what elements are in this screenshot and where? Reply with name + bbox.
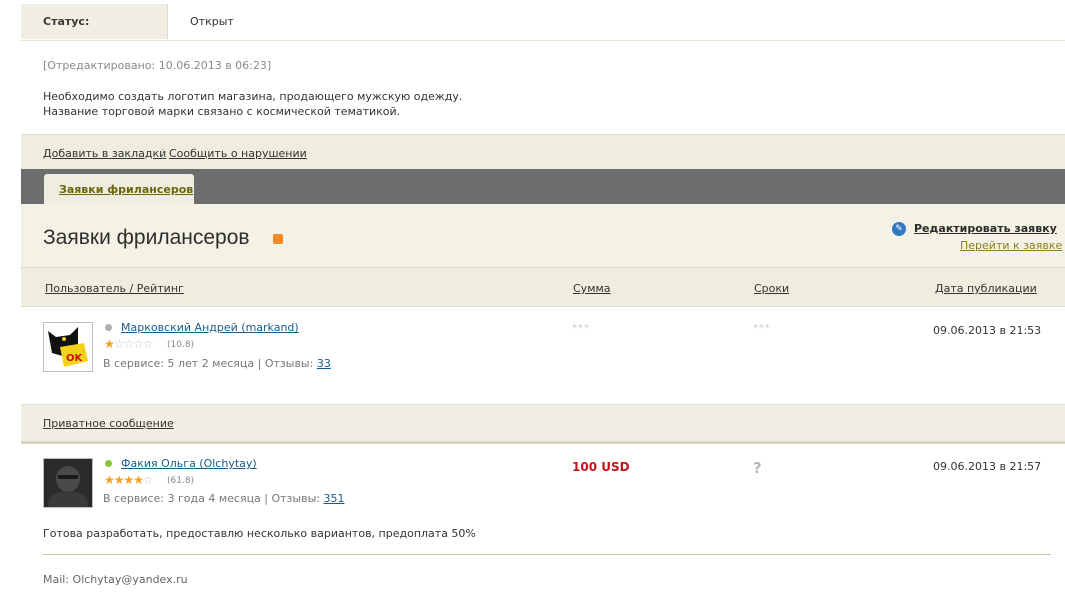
- report-violation-link[interactable]: Сообщить о нарушении: [169, 147, 307, 160]
- avatar[interactable]: [43, 458, 93, 508]
- goto-bid-link[interactable]: Перейти к заявке: [960, 239, 1062, 252]
- bid-price: 100 USD: [572, 460, 630, 474]
- tab-freelancer-bids[interactable]: Заявки фрилансеров: [44, 174, 194, 204]
- sum-hidden: ***: [572, 323, 590, 334]
- add-bookmark-link[interactable]: Добавить в закладки: [43, 147, 166, 160]
- action-separator: |: [161, 146, 165, 159]
- cat-logo-icon: OK: [44, 323, 92, 371]
- project-description: Необходимо создать логотип магазина, про…: [43, 89, 462, 119]
- bid-comment: Готова разработать, предоставлю нескольк…: [43, 527, 476, 540]
- reviews-link[interactable]: 351: [323, 492, 344, 505]
- status-label-cell: Статус:: [21, 4, 168, 39]
- term-unknown: ?: [753, 459, 762, 477]
- user-name-link[interactable]: Марковский Андрей (markand): [121, 321, 299, 334]
- publication-date: 09.06.2013 в 21:57: [933, 460, 1042, 473]
- term-hidden: ***: [753, 323, 771, 334]
- rating-stars: ★★★★☆: [104, 473, 154, 487]
- status-value: Открыт: [190, 15, 234, 28]
- private-message-bar: Приватное сообщение: [21, 404, 1065, 444]
- publication-date: 09.06.2013 в 21:53: [933, 324, 1042, 337]
- rating-value: (10.8): [167, 340, 195, 350]
- page-title: Заявки фрилансеров: [43, 226, 250, 249]
- bids-header: Заявки фрилансеров ✎ Редактировать заявк…: [21, 204, 1065, 268]
- rss-icon[interactable]: [273, 234, 283, 244]
- description-line: Название торговой марки связано с космич…: [43, 105, 401, 118]
- column-header-term[interactable]: Сроки: [754, 282, 789, 295]
- user-info: В сервисе: 5 лет 2 месяца | Отзывы: 33: [103, 357, 331, 370]
- service-text: В сервисе: 3 года 4 месяца | Отзывы:: [103, 492, 320, 505]
- rating-value: (61.8): [167, 476, 195, 486]
- table-row: OK Марковский Андрей (markand) ★☆☆☆☆ (10…: [21, 307, 1065, 404]
- tab-label: Заявки фрилансеров: [59, 183, 194, 196]
- table-header: Пользователь / Рейтинг Сумма Сроки Дата …: [21, 268, 1065, 307]
- reviews-link[interactable]: 33: [317, 357, 331, 370]
- avatar[interactable]: OK: [43, 322, 93, 372]
- private-message-link[interactable]: Приватное сообщение: [43, 417, 174, 430]
- edit-bid-link[interactable]: Редактировать заявку: [914, 222, 1057, 235]
- status-label: Статус:: [43, 15, 90, 28]
- tab-bar: Заявки фрилансеров: [21, 169, 1065, 204]
- svg-text:OK: OK: [66, 353, 84, 364]
- page: Статус: Открыт [Отредактировано: 10.06.2…: [21, 0, 1065, 602]
- status-row: Статус: Открыт: [21, 0, 1065, 41]
- column-header-date[interactable]: Дата публикации: [935, 282, 1037, 295]
- user-photo-icon: [44, 459, 92, 507]
- edited-note: [Отредактировано: 10.06.2013 в 06:23]: [43, 59, 272, 72]
- action-bar: Добавить в закладки | Сообщить о нарушен…: [21, 134, 1065, 170]
- status-dot-offline: [105, 324, 112, 331]
- column-header-sum[interactable]: Сумма: [573, 282, 611, 295]
- divider: [43, 554, 1051, 555]
- rating-stars: ★☆☆☆☆: [104, 337, 154, 351]
- contact-mail: Mail: Olchytay@yandex.ru: [43, 573, 188, 586]
- user-info: В сервисе: 3 года 4 месяца | Отзывы: 351: [103, 492, 344, 505]
- status-dot-online: [105, 460, 112, 467]
- pencil-icon: ✎: [892, 222, 906, 236]
- description-line: Необходимо создать логотип магазина, про…: [43, 90, 463, 103]
- service-text: В сервисе: 5 лет 2 месяца | Отзывы:: [103, 357, 314, 370]
- user-name-link[interactable]: Факия Ольга (Olchytay): [121, 457, 257, 470]
- column-header-user[interactable]: Пользователь / Рейтинг: [45, 282, 184, 295]
